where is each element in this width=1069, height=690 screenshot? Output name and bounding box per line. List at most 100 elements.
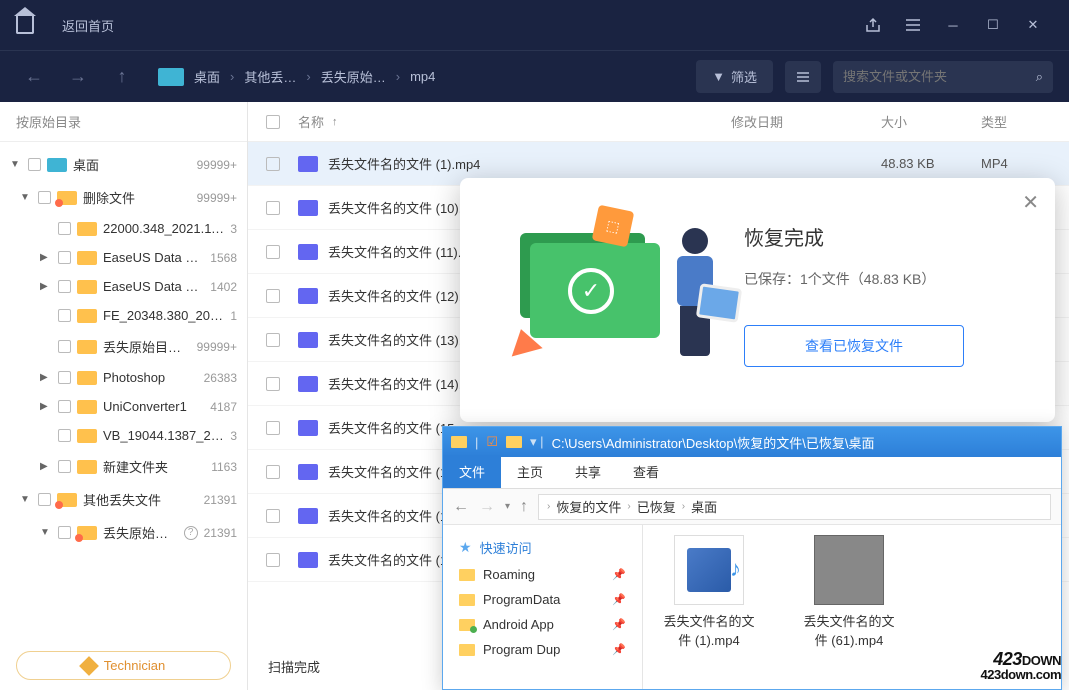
folder-icon	[459, 594, 475, 606]
row-checkbox[interactable]	[266, 509, 280, 523]
crumb-1[interactable]: 其他丢…	[244, 67, 296, 86]
expand-icon[interactable]: ▶	[40, 252, 52, 263]
maximize-button[interactable]: ☐	[973, 5, 1013, 45]
row-checkbox[interactable]	[266, 465, 280, 479]
checkbox[interactable]	[38, 191, 51, 204]
view-recovered-button[interactable]: 查看已恢复文件	[744, 325, 964, 367]
tree-item[interactable]: VB_19044.1387_20… 3	[0, 421, 247, 450]
explorer-titlebar[interactable]: | ☑ ▾ | C:\Users\Administrator\Desktop\恢…	[443, 427, 1061, 457]
expand-icon[interactable]: ▼	[20, 192, 32, 203]
sort-icon[interactable]: ↑	[332, 116, 338, 128]
nav-forward-icon[interactable]: →	[60, 59, 96, 95]
back-home-link[interactable]: 返回首页	[62, 16, 114, 35]
tree-count: 1568	[210, 251, 237, 265]
video-icon	[298, 464, 318, 480]
close-button[interactable]: ✕	[1013, 5, 1053, 45]
view-list-button[interactable]	[785, 61, 821, 93]
exp-up-icon[interactable]: ↑	[520, 498, 528, 516]
col-date[interactable]: 修改日期	[731, 112, 881, 131]
expand-icon[interactable]: ▶	[40, 372, 52, 383]
file-card[interactable]: 丢失文件名的文件 (1).mp4	[659, 535, 759, 649]
help-icon[interactable]: ?	[184, 526, 198, 540]
row-checkbox[interactable]	[266, 377, 280, 391]
tree-item[interactable]: ▶ UniConverter1 4187	[0, 392, 247, 421]
tree-item[interactable]: ▼ 删除文件 99999+	[0, 181, 247, 214]
checkbox[interactable]	[38, 493, 51, 506]
crumb-2[interactable]: 丢失原始…	[321, 67, 386, 86]
row-checkbox[interactable]	[266, 201, 280, 215]
explorer-tab[interactable]: 查看	[617, 455, 675, 488]
filter-button[interactable]: ▼ 筛选	[696, 60, 773, 93]
checkbox[interactable]	[58, 429, 71, 442]
exp-recent-icon[interactable]: ▾	[505, 501, 510, 512]
expand-icon[interactable]: ▼	[40, 527, 52, 538]
file-card[interactable]: 丢失文件名的文件 (61).mp4	[799, 535, 899, 649]
home-icon[interactable]	[16, 16, 34, 34]
row-checkbox[interactable]	[266, 421, 280, 435]
col-size[interactable]: 大小	[881, 112, 981, 131]
menu-icon[interactable]	[893, 5, 933, 45]
quick-access-item[interactable]: Program Dup 📌	[443, 637, 642, 662]
expand-icon[interactable]: ▼	[20, 494, 32, 505]
explorer-address-bar[interactable]: › 恢复的文件› 已恢复› 桌面	[538, 494, 1051, 520]
checkbox[interactable]	[58, 400, 71, 413]
tree-item[interactable]: 丢失原始目录… 99999+	[0, 330, 247, 363]
exp-back-icon[interactable]: ←	[453, 498, 469, 516]
row-checkbox[interactable]	[266, 553, 280, 567]
funnel-icon: ▼	[712, 69, 725, 84]
select-all-checkbox[interactable]	[266, 115, 280, 129]
checkbox[interactable]	[58, 340, 71, 353]
search-input[interactable]: ⌕	[833, 61, 1053, 93]
tree-item[interactable]: ▶ EaseUS Data Re… 1568	[0, 243, 247, 272]
search-icon[interactable]: ⌕	[1036, 69, 1043, 85]
col-type[interactable]: 类型	[981, 112, 1051, 131]
tree-item[interactable]: ▶ Photoshop 26383	[0, 363, 247, 392]
folder-icon	[77, 340, 97, 354]
checkbox[interactable]	[58, 371, 71, 384]
modal-close-button[interactable]: ✕	[1022, 190, 1039, 215]
tree-item[interactable]: ▶ 新建文件夹 1163	[0, 450, 247, 483]
checkbox[interactable]	[58, 526, 71, 539]
folder-icon	[77, 429, 97, 443]
expand-icon[interactable]: ▼	[10, 159, 22, 170]
checkbox[interactable]	[58, 309, 71, 322]
minimize-button[interactable]: ─	[933, 5, 973, 45]
tree-item[interactable]: FE_20348.380_202… 1	[0, 301, 247, 330]
explorer-tab[interactable]: 文件	[443, 455, 501, 488]
checkbox[interactable]	[58, 222, 71, 235]
crumb-3[interactable]: mp4	[410, 69, 435, 84]
explorer-tab[interactable]: 共享	[559, 455, 617, 488]
share-icon[interactable]	[853, 5, 893, 45]
nav-back-icon[interactable]: ←	[16, 59, 52, 95]
tree-item[interactable]: ▼ 桌面 99999+	[0, 148, 247, 181]
file-size: 48.83 KB	[881, 156, 981, 171]
nav-up-icon[interactable]: ↑	[104, 59, 140, 95]
tree-item[interactable]: ▶ EaseUS Data Re… 1402	[0, 272, 247, 301]
quick-access-item[interactable]: ProgramData 📌	[443, 587, 642, 612]
expand-icon[interactable]: ▶	[40, 461, 52, 472]
quick-access-item[interactable]: Roaming 📌	[443, 562, 642, 587]
col-name[interactable]: 名称	[298, 112, 324, 131]
checkbox[interactable]	[58, 460, 71, 473]
explorer-tab[interactable]: 主页	[501, 455, 559, 488]
checkbox[interactable]	[58, 280, 71, 293]
folder-icon	[57, 191, 77, 205]
row-checkbox[interactable]	[266, 333, 280, 347]
tree-item[interactable]: ▼ 其他丢失文件 21391	[0, 483, 247, 516]
expand-icon[interactable]: ▶	[40, 401, 52, 412]
folder-icon	[459, 644, 475, 656]
row-checkbox[interactable]	[266, 289, 280, 303]
expand-icon[interactable]: ▶	[40, 281, 52, 292]
checkbox[interactable]	[28, 158, 41, 171]
exp-forward-icon[interactable]: →	[479, 498, 495, 516]
quick-access-item[interactable]: Android App 📌	[443, 612, 642, 637]
search-field[interactable]	[843, 69, 1036, 84]
row-checkbox[interactable]	[266, 157, 280, 171]
tree-item[interactable]: 22000.348_2021.11… 3	[0, 214, 247, 243]
technician-badge[interactable]: Technician	[16, 651, 231, 680]
quick-access-header[interactable]: ★ 快速访问	[443, 533, 642, 562]
row-checkbox[interactable]	[266, 245, 280, 259]
crumb-0[interactable]: 桌面	[194, 67, 220, 86]
tree-item[interactable]: ▼ 丢失原始名… ? 21391	[0, 516, 247, 549]
checkbox[interactable]	[58, 251, 71, 264]
